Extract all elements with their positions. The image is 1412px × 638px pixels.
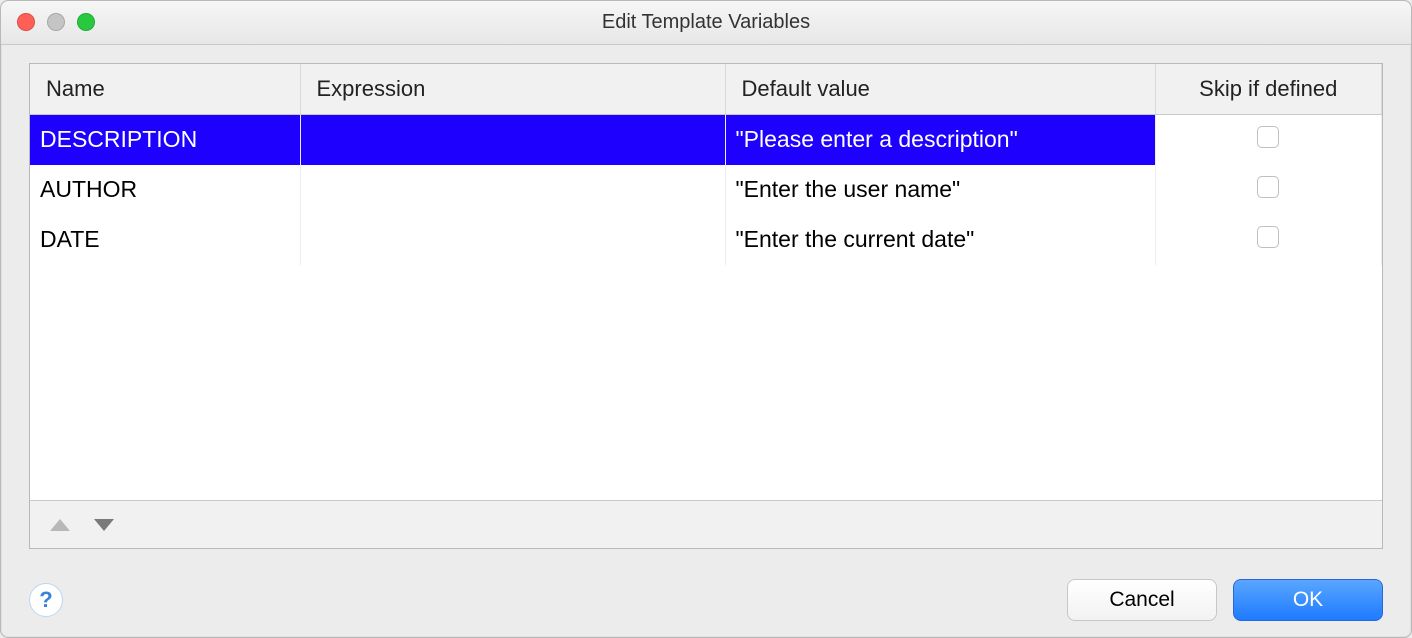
cell-name[interactable]: AUTHOR [30,165,300,215]
ok-button[interactable]: OK [1233,579,1383,621]
table-row[interactable]: DESCRIPTION "Please enter a description" [30,115,1382,165]
skip-checkbox[interactable] [1257,176,1279,198]
window-title: Edit Template Variables [1,11,1411,34]
skip-checkbox[interactable] [1257,126,1279,148]
cell-name[interactable]: DESCRIPTION [30,115,300,165]
reorder-toolbar [30,500,1382,548]
content-panel: Name Expression Default value Skip if de… [29,63,1383,549]
table-header-row: Name Expression Default value Skip if de… [30,64,1382,115]
table-row[interactable]: AUTHOR "Enter the user name" [30,165,1382,215]
cell-skip[interactable] [1155,115,1382,165]
variables-table-wrapper: Name Expression Default value Skip if de… [30,64,1382,500]
column-header-skip[interactable]: Skip if defined [1155,64,1382,115]
move-up-icon[interactable] [50,519,70,531]
cell-expression[interactable] [300,115,725,165]
variables-table[interactable]: Name Expression Default value Skip if de… [30,64,1382,265]
cell-expression[interactable] [300,165,725,215]
column-header-name[interactable]: Name [30,64,300,115]
close-icon[interactable] [17,13,35,31]
title-bar: Edit Template Variables [1,1,1411,45]
cell-default-value[interactable]: "Please enter a description" [725,115,1155,165]
column-header-default[interactable]: Default value [725,64,1155,115]
zoom-icon[interactable] [77,13,95,31]
cell-skip[interactable] [1155,165,1382,215]
cell-default-value[interactable]: "Enter the current date" [725,215,1155,265]
cell-expression[interactable] [300,215,725,265]
column-header-expression[interactable]: Expression [300,64,725,115]
skip-checkbox[interactable] [1257,226,1279,248]
move-down-icon[interactable] [94,519,114,531]
cell-skip[interactable] [1155,215,1382,265]
help-button[interactable]: ? [29,583,63,617]
minimize-icon[interactable] [47,13,65,31]
table-row[interactable]: DATE "Enter the current date" [30,215,1382,265]
help-icon: ? [39,587,52,613]
cell-default-value[interactable]: "Enter the user name" [725,165,1155,215]
dialog-footer: ? Cancel OK [1,563,1411,637]
cancel-button[interactable]: Cancel [1067,579,1217,621]
window-controls [17,13,95,31]
dialog-window: Edit Template Variables Name Expression … [0,0,1412,638]
cell-name[interactable]: DATE [30,215,300,265]
